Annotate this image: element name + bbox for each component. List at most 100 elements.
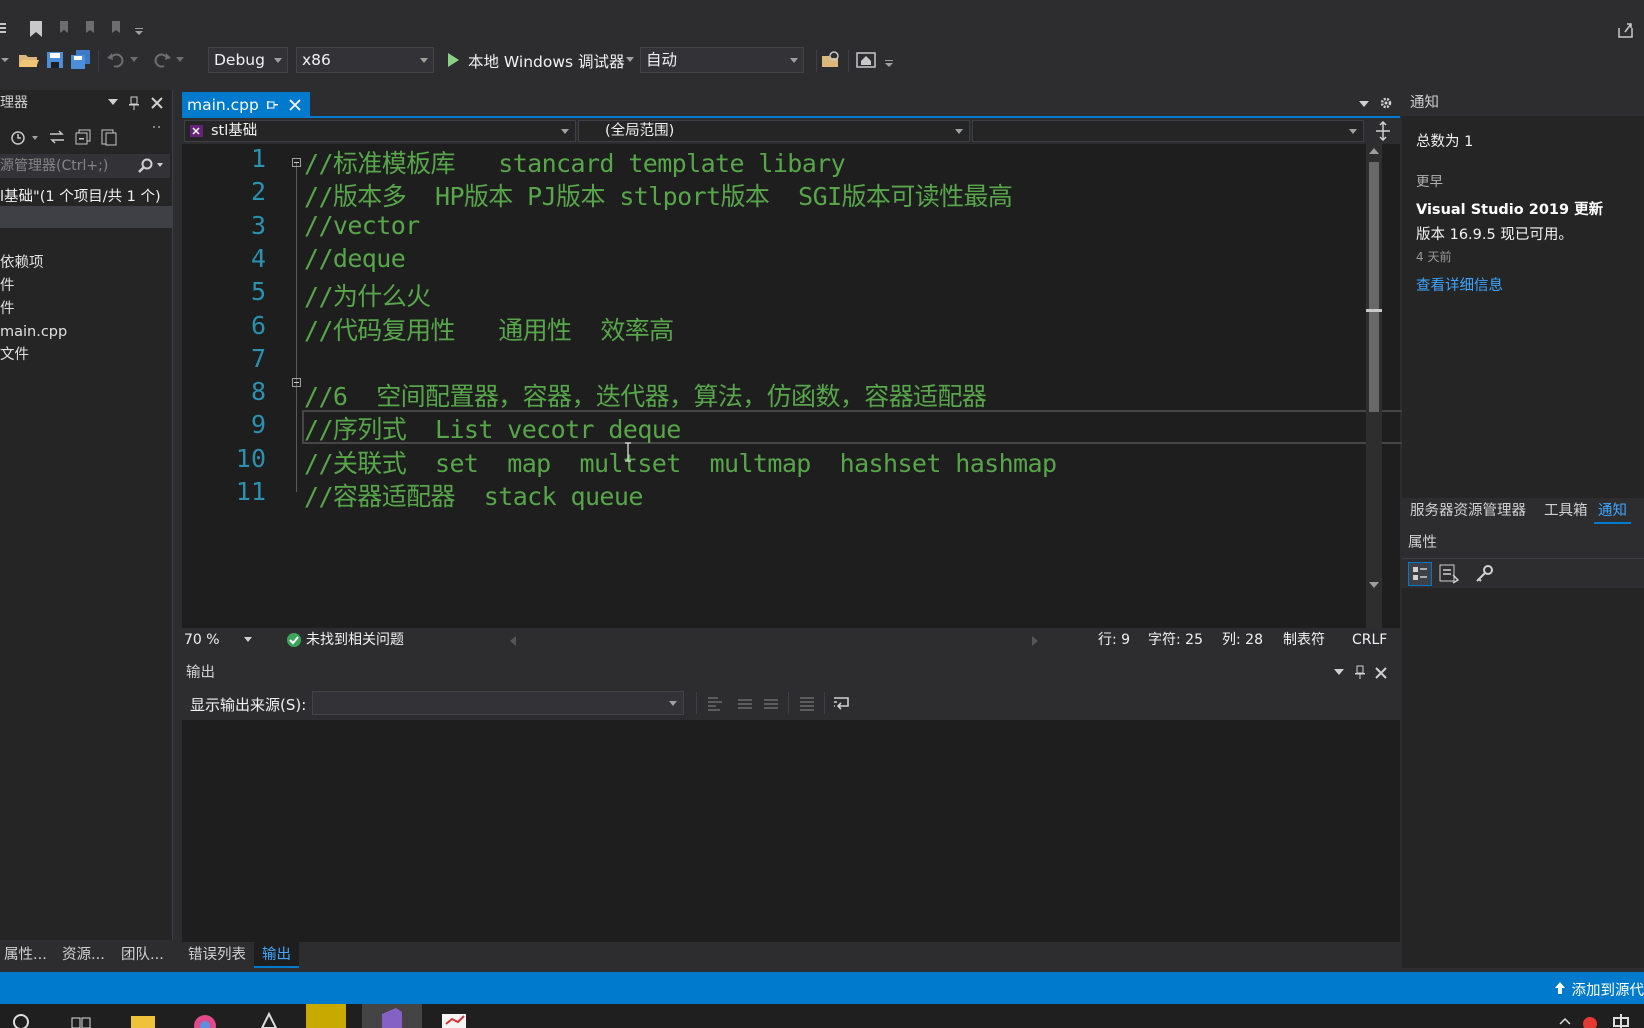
notification-details-link[interactable]: 查看详细信息: [1416, 274, 1503, 295]
code-editor[interactable]: 1 2 3 4 5 6 7 8 9 10 11 //标准模板库 stancard template …: [182, 144, 1472, 638]
alphabetical-icon[interactable]: [1438, 563, 1460, 585]
scroll-down-icon[interactable]: [1369, 582, 1379, 588]
start-debug-icon[interactable]: [446, 51, 460, 69]
solution-config-select[interactable]: Debug: [208, 47, 288, 73]
tab-notifications[interactable]: 通知: [1594, 498, 1631, 524]
code-line[interactable]: //关联式 set map multset multmap hashset ha…: [304, 444, 1057, 480]
code-line[interactable]: //容器适配器 stack queue: [304, 477, 643, 513]
debugger-dropdown-icon[interactable]: [626, 57, 634, 63]
tree-item-source-files[interactable]: 文件: [0, 344, 29, 366]
scroll-up-icon[interactable]: [1369, 148, 1379, 154]
split-view-icon[interactable]: [1375, 121, 1391, 141]
bookmark-icon[interactable]: [28, 20, 44, 38]
panel-menu-icon[interactable]: [108, 99, 118, 107]
auto-select[interactable]: 自动: [640, 47, 804, 73]
bookmark-clear-icon[interactable]: [108, 20, 126, 38]
clear-all-icon[interactable]: [798, 694, 816, 712]
save-icon[interactable]: [45, 50, 65, 70]
code-line[interactable]: //6 空间配置器，容器，迭代器，算法，仿函数，容器适配器: [304, 377, 987, 413]
save-all-icon[interactable]: [70, 50, 92, 70]
add-to-source-control[interactable]: 添加到源代: [1572, 979, 1644, 1000]
tab-team-short[interactable]: 团队...: [121, 942, 164, 968]
undo-icon[interactable]: [106, 50, 126, 70]
tree-item-main-cpp[interactable]: main.cpp: [0, 321, 67, 343]
redo-icon[interactable]: [152, 50, 172, 70]
prev-message-icon[interactable]: [736, 694, 754, 712]
zoom-dropdown-icon[interactable]: [244, 637, 252, 643]
redo-dropdown-icon[interactable]: [176, 57, 184, 63]
tabs-indicator[interactable]: 制表符: [1283, 628, 1325, 652]
fold-toggle-icon[interactable]: [292, 158, 301, 167]
output-menu-icon[interactable]: [1334, 669, 1344, 676]
categorized-icon[interactable]: [1408, 562, 1432, 586]
visual-studio-icon[interactable]: [362, 1004, 422, 1028]
fold-toggle-icon[interactable]: [292, 378, 301, 387]
tab-resources-short[interactable]: 资源...: [62, 942, 105, 968]
tab-pin-icon[interactable]: [267, 99, 279, 111]
file-explorer-icon[interactable]: [128, 1010, 158, 1028]
tab-output[interactable]: 输出: [254, 942, 299, 968]
platform-select[interactable]: x86: [296, 47, 434, 73]
tab-list-dropdown-icon[interactable]: [1359, 101, 1369, 108]
code-line[interactable]: //版本多 HP版本 PJ版本 stlport版本 SGI版本可读性最高: [304, 177, 1013, 213]
home-icon[interactable]: [856, 50, 878, 70]
app-icon[interactable]: [254, 1010, 284, 1028]
issues-status[interactable]: 未找到相关问题: [306, 628, 404, 652]
chart-app-icon[interactable]: [438, 1010, 468, 1028]
share-icon[interactable]: [1616, 20, 1636, 40]
bookmark-prev-icon[interactable]: [56, 20, 74, 38]
vertical-scrollbar[interactable]: [1366, 144, 1382, 638]
eol-indicator[interactable]: CRLF: [1352, 628, 1387, 652]
browser-icon[interactable]: [190, 1010, 220, 1028]
show-all-files-icon[interactable]: [100, 128, 118, 146]
find-in-files-icon[interactable]: [820, 50, 842, 70]
bookmark-next-icon[interactable]: [82, 20, 100, 38]
ime-indicator-icon[interactable]: [1606, 1010, 1636, 1028]
close-icon[interactable]: [150, 96, 164, 110]
menu-icon[interactable]: [0, 20, 8, 36]
tab-error-list[interactable]: 错误列表: [188, 942, 246, 968]
switch-views-icon[interactable]: [48, 128, 66, 146]
scope-select[interactable]: (全局范围): [578, 120, 970, 142]
code-line[interactable]: //为什么火: [304, 277, 431, 313]
tray-chevron-icon[interactable]: [1550, 1010, 1580, 1028]
settings-gear-icon[interactable]: [1379, 96, 1393, 110]
find-message-icon[interactable]: [706, 694, 724, 712]
tab-main-cpp[interactable]: main.cpp: [182, 92, 310, 118]
open-folder-icon[interactable]: [18, 50, 40, 70]
code-line[interactable]: //标准模板库 stancard template libary: [304, 144, 846, 180]
tab-close-icon[interactable]: [289, 99, 301, 111]
search-icon[interactable]: [138, 158, 166, 174]
zoom-select[interactable]: 70 %: [184, 628, 220, 652]
code-line[interactable]: //代码复用性 通用性 效率高: [304, 311, 674, 347]
tree-item-dependencies[interactable]: 依赖项: [0, 252, 44, 274]
code-line[interactable]: //deque: [304, 244, 406, 273]
pin-icon[interactable]: [128, 96, 140, 110]
output-pin-icon[interactable]: [1354, 665, 1366, 679]
collapse-all-icon[interactable]: [74, 128, 92, 146]
toolbar-overflow-icon[interactable]: [134, 26, 144, 36]
tab-toolbox[interactable]: 工具箱: [1544, 498, 1588, 524]
word-wrap-icon[interactable]: [832, 694, 852, 712]
task-view-icon[interactable]: [66, 1010, 96, 1028]
tab-properties-short[interactable]: 属性...: [4, 942, 47, 968]
hscroll-right-icon[interactable]: [1032, 636, 1038, 646]
code-line[interactable]: //vector: [304, 211, 420, 240]
member-select[interactable]: [972, 120, 1364, 142]
project-select[interactable]: stl基础: [184, 120, 576, 142]
hscroll-left-icon[interactable]: [510, 636, 516, 646]
output-source-select[interactable]: [312, 691, 684, 715]
tray-app-icon[interactable]: [1578, 1010, 1608, 1028]
col-indicator[interactable]: 列: 28: [1222, 628, 1263, 652]
pinned-app-icon[interactable]: [306, 1004, 346, 1028]
tree-item-headers[interactable]: 件: [0, 275, 15, 297]
more-tools-icon[interactable]: [152, 124, 162, 132]
solution-summary[interactable]: l基础"(1 个项目/共 1 个): [0, 185, 161, 206]
output-close-icon[interactable]: [1374, 666, 1388, 680]
start-debugger-button[interactable]: 本地 Windows 调试器: [468, 50, 625, 72]
property-pages-icon[interactable]: [1474, 563, 1496, 585]
tab-server-explorer[interactable]: 服务器资源管理器: [1410, 498, 1526, 524]
selected-row[interactable]: [0, 206, 172, 228]
next-message-icon[interactable]: [762, 694, 780, 712]
code-line[interactable]: //序列式 List vecotr deque: [304, 410, 681, 446]
